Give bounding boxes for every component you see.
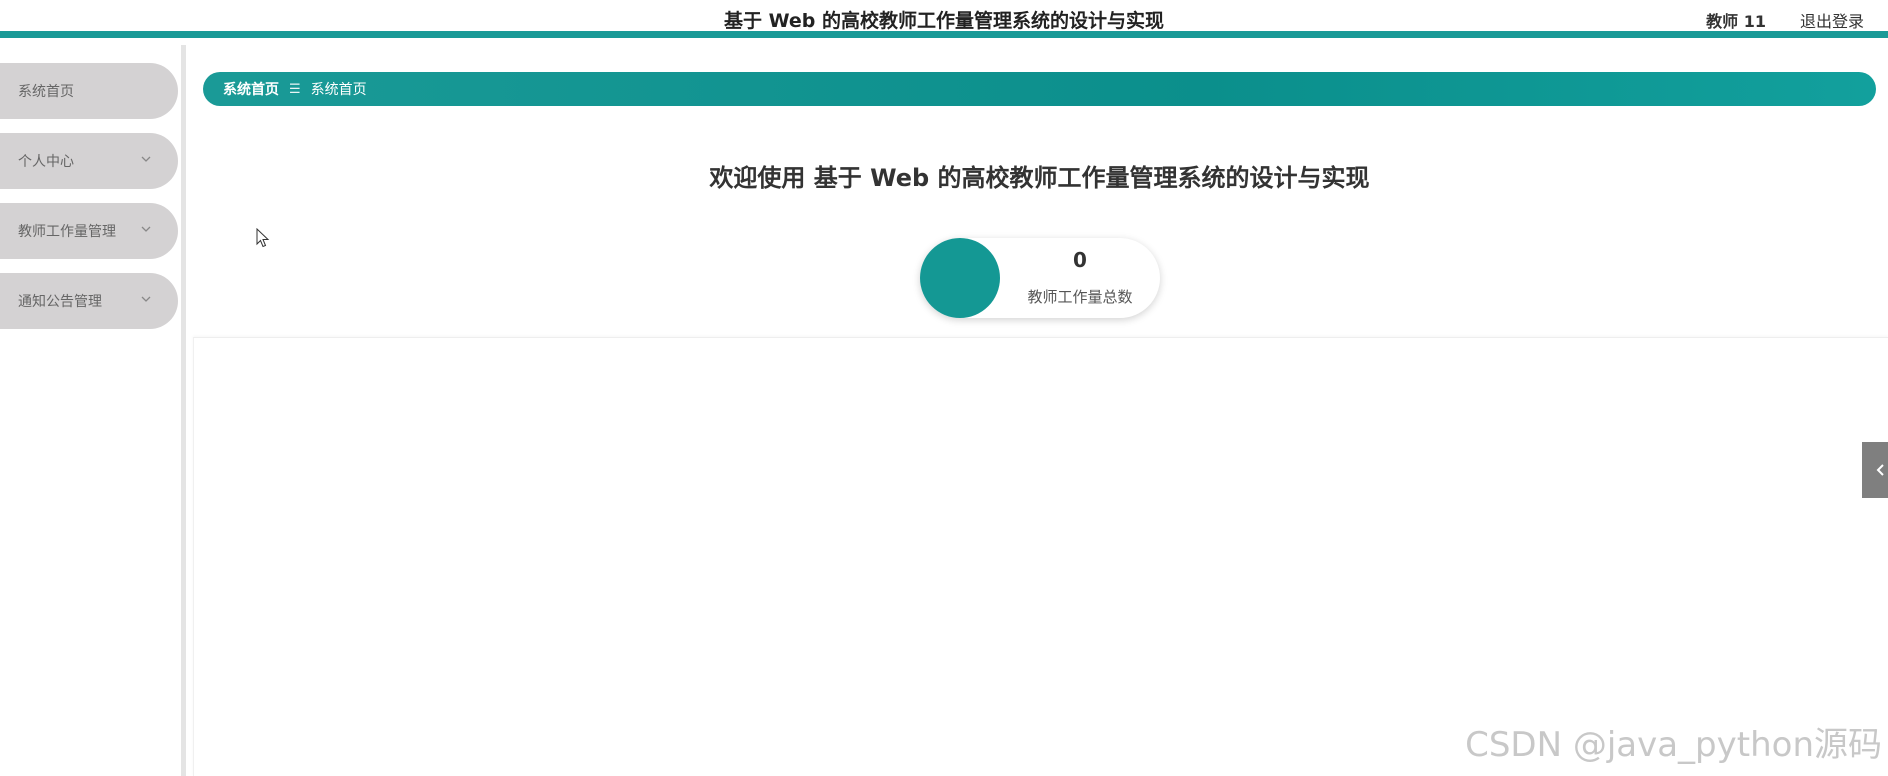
breadcrumb-separator-icon: ☰ bbox=[289, 81, 301, 97]
stat-label: 教师工作量总数 bbox=[1027, 288, 1133, 306]
sidebar-item-label: 个人中心 bbox=[18, 154, 74, 170]
breadcrumb-home-link[interactable]: 系统首页 bbox=[223, 79, 279, 99]
top-header: 基于 Web 的高校教师工作量管理系统的设计与实现 教师 11 退出登录 bbox=[0, 0, 1888, 38]
workload-total-card: 0 教师工作量总数 bbox=[920, 238, 1160, 318]
panel-toggle-button[interactable] bbox=[1862, 442, 1888, 498]
sidebar-item-workload[interactable]: 教师工作量管理 bbox=[0, 203, 178, 259]
sidebar-item-home[interactable]: 系统首页 bbox=[0, 63, 178, 119]
breadcrumb: 系统首页 ☰ 系统首页 bbox=[203, 72, 1876, 106]
welcome-heading: 欢迎使用 基于 Web 的高校教师工作量管理系统的设计与实现 bbox=[709, 164, 1370, 192]
stat-value: 0 bbox=[1073, 248, 1087, 272]
sidebar-item-label: 教师工作量管理 bbox=[18, 224, 116, 240]
stat-circle-icon bbox=[920, 238, 1000, 318]
current-user: 教师 11 bbox=[1706, 12, 1766, 31]
logout-button[interactable]: 退出登录 bbox=[1800, 8, 1864, 32]
chevron-down-icon bbox=[141, 296, 151, 302]
sidebar-item-notice[interactable]: 通知公告管理 bbox=[0, 273, 178, 329]
sidebar-item-label: 系统首页 bbox=[18, 84, 74, 100]
sidebar: 系统首页 个人中心 教师工作量管理 通知公告管理 bbox=[0, 45, 186, 776]
app-title: 基于 Web 的高校教师工作量管理系统的设计与实现 bbox=[724, 10, 1164, 32]
breadcrumb-current: 系统首页 bbox=[310, 82, 367, 98]
chevron-down-icon bbox=[141, 156, 151, 162]
watermark: CSDN @java_python源码 bbox=[1465, 725, 1882, 765]
sidebar-item-profile[interactable]: 个人中心 bbox=[0, 133, 178, 189]
chevron-down-icon bbox=[141, 226, 151, 232]
content-panel bbox=[193, 337, 1888, 776]
mouse-pointer-icon bbox=[256, 228, 270, 248]
chevron-left-icon bbox=[1876, 464, 1884, 476]
sidebar-item-label: 通知公告管理 bbox=[18, 294, 102, 310]
